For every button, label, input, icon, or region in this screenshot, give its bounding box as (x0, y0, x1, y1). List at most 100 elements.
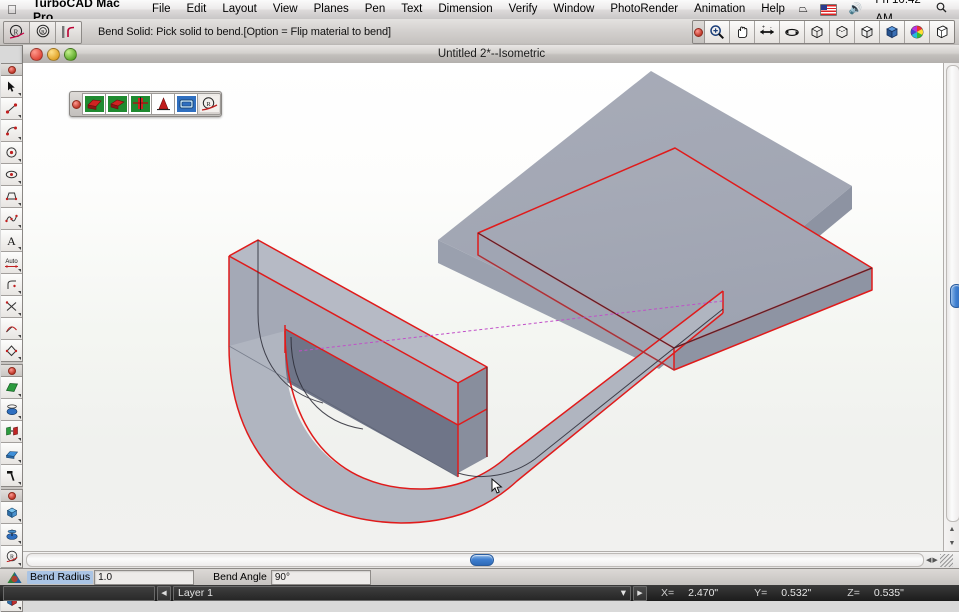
scroll-up-arrow-icon[interactable]: ▲ (949, 526, 956, 533)
left-tool-palette: A Auto R (1, 63, 23, 612)
trim-icon[interactable] (1, 296, 22, 318)
bent-sheet-metal-solid[interactable] (23, 63, 943, 552)
select-arrow-icon[interactable] (1, 76, 22, 98)
draft-solid-icon[interactable] (151, 93, 174, 115)
scroll-left-arrow-icon[interactable]: ◀ (926, 556, 931, 564)
hidden-line-cube-icon[interactable] (830, 21, 855, 43)
menu-item-view[interactable]: View (265, 0, 306, 19)
menu-item-photorender[interactable]: PhotoRender (602, 0, 686, 19)
menu-item-pen[interactable]: Pen (357, 0, 393, 19)
svg-text:A: A (7, 234, 16, 247)
bend-solid-icon[interactable]: R (1, 546, 22, 568)
scroll-right-arrow-icon[interactable]: ▶ (932, 556, 937, 564)
loft-icon[interactable] (1, 443, 22, 465)
surface-tool-group-grip[interactable] (1, 365, 22, 377)
menu-item-verify[interactable]: Verify (501, 0, 546, 19)
menu-bar:  TurboCAD Mac Pro File Edit Layout View… (0, 0, 959, 25)
render-cube-icon[interactable] (930, 21, 954, 43)
apple-icon[interactable]:  (0, 0, 24, 19)
drawing-canvas[interactable]: R (23, 63, 944, 552)
chevron-down-icon[interactable]: ▾ (621, 587, 626, 599)
volume-icon[interactable]: 🔊 (843, 0, 869, 19)
menu-item-layout[interactable]: Layout (214, 0, 265, 19)
menu-item-window[interactable]: Window (545, 0, 602, 19)
status-snap-pane[interactable] (3, 585, 155, 601)
flip-material-icon[interactable] (56, 21, 81, 43)
primitive-cube-icon[interactable] (1, 502, 22, 524)
bend-radius-input[interactable]: 1.0 (94, 570, 195, 585)
vertical-scroll-arrows[interactable]: ▲ ▼ (946, 522, 958, 550)
polygon-icon[interactable] (1, 186, 22, 208)
resize-arrows-icon[interactable]: + - (755, 21, 780, 43)
text-a-icon[interactable]: A (1, 230, 22, 252)
vertical-scrollbar[interactable]: ▲ ▼ (943, 63, 959, 552)
unbend-solid-icon[interactable]: R (30, 21, 56, 43)
horizontal-scroll-thumb[interactable] (470, 554, 494, 566)
horizontal-scroll-track[interactable] (26, 553, 924, 567)
bend-solid-icon[interactable]: R (4, 21, 30, 43)
minimize-button[interactable] (47, 47, 60, 61)
spotlight-search-icon[interactable] (934, 0, 953, 19)
menu-item-dimension[interactable]: Dimension (430, 0, 500, 19)
color-wheel-icon[interactable] (905, 21, 930, 43)
svg-text:+: + (762, 25, 765, 31)
layer-selector[interactable]: Layer 1 ▾ (173, 585, 631, 601)
document-body: R ▲ ▼ ◀ ▶ (23, 63, 959, 568)
circle-icon[interactable] (1, 142, 22, 164)
shell-solid-icon[interactable] (174, 93, 197, 115)
curve-icon[interactable] (1, 318, 22, 340)
revolved-solid-icon[interactable] (1, 524, 22, 546)
bend-angle-input[interactable]: 90° (270, 570, 371, 585)
extrude-plane-icon[interactable] (1, 377, 22, 399)
horizontal-scroll-arrows[interactable]: ◀ ▶ (926, 556, 938, 564)
close-button[interactable] (30, 47, 43, 61)
window-controls (23, 47, 77, 61)
revolve-icon[interactable] (1, 399, 22, 421)
layer-next-button[interactable]: ▶ (633, 585, 647, 601)
solid-cube-icon[interactable] (880, 21, 905, 43)
solid-tool-group-grip[interactable] (1, 490, 22, 502)
menu-item-edit[interactable]: Edit (179, 0, 215, 19)
window-title-bar[interactable]: Untitled 2*--Isometric (23, 45, 959, 64)
auto-dimension-icon[interactable]: Auto (1, 252, 22, 274)
eject-icon[interactable]: ⏢ (793, 0, 814, 19)
spline-icon[interactable] (1, 208, 22, 230)
menu-item-file[interactable]: File (144, 0, 179, 19)
vertical-scroll-thumb[interactable] (950, 284, 959, 308)
shaded-cube-icon[interactable] (855, 21, 880, 43)
draw-tool-group-grip[interactable] (1, 64, 22, 76)
zoom-icon[interactable] (705, 21, 730, 43)
view-toolbar-grip[interactable] (693, 21, 705, 43)
fillet-icon[interactable] (1, 274, 22, 296)
hammer-icon[interactable] (1, 465, 22, 486)
resize-grip-icon[interactable] (939, 553, 953, 567)
palette-grip[interactable] (70, 99, 82, 109)
menu-item-help[interactable]: Help (753, 0, 793, 19)
bend-tool-group: R R (3, 20, 82, 44)
zoom-button[interactable] (64, 47, 77, 61)
shape-icon[interactable] (1, 340, 22, 361)
pan-hand-icon[interactable] (730, 21, 755, 43)
vertical-scroll-track[interactable] (946, 65, 959, 522)
extrude-solid-icon[interactable] (82, 93, 105, 115)
turbocad-logo-icon (4, 570, 24, 585)
bend-solid-icon[interactable]: R (197, 93, 221, 115)
line-icon[interactable] (1, 98, 22, 120)
layer-prev-button[interactable]: ◀ (157, 585, 171, 601)
menu-item-animation[interactable]: Animation (686, 0, 753, 19)
horizontal-scrollbar[interactable]: ◀ ▶ (23, 551, 959, 568)
us-flag-icon[interactable] (814, 3, 843, 16)
sweep-icon[interactable] (1, 421, 22, 443)
wireframe-cube-icon[interactable] (805, 21, 830, 43)
window-title: Untitled 2*--Isometric (437, 48, 546, 60)
taper-solid-icon[interactable] (105, 93, 128, 115)
split-solid-icon[interactable] (128, 93, 151, 115)
orbit-icon[interactable] (780, 21, 805, 43)
menu-item-planes[interactable]: Planes (306, 0, 357, 19)
scroll-down-arrow-icon[interactable]: ▼ (949, 540, 956, 547)
ellipse-icon[interactable] (1, 164, 22, 186)
menu-item-text[interactable]: Text (393, 0, 430, 19)
turbocad-application-window:  TurboCAD Mac Pro File Edit Layout View… (0, 0, 959, 612)
arc-icon[interactable] (1, 120, 22, 142)
y-coordinate-label: Y= (754, 587, 768, 599)
